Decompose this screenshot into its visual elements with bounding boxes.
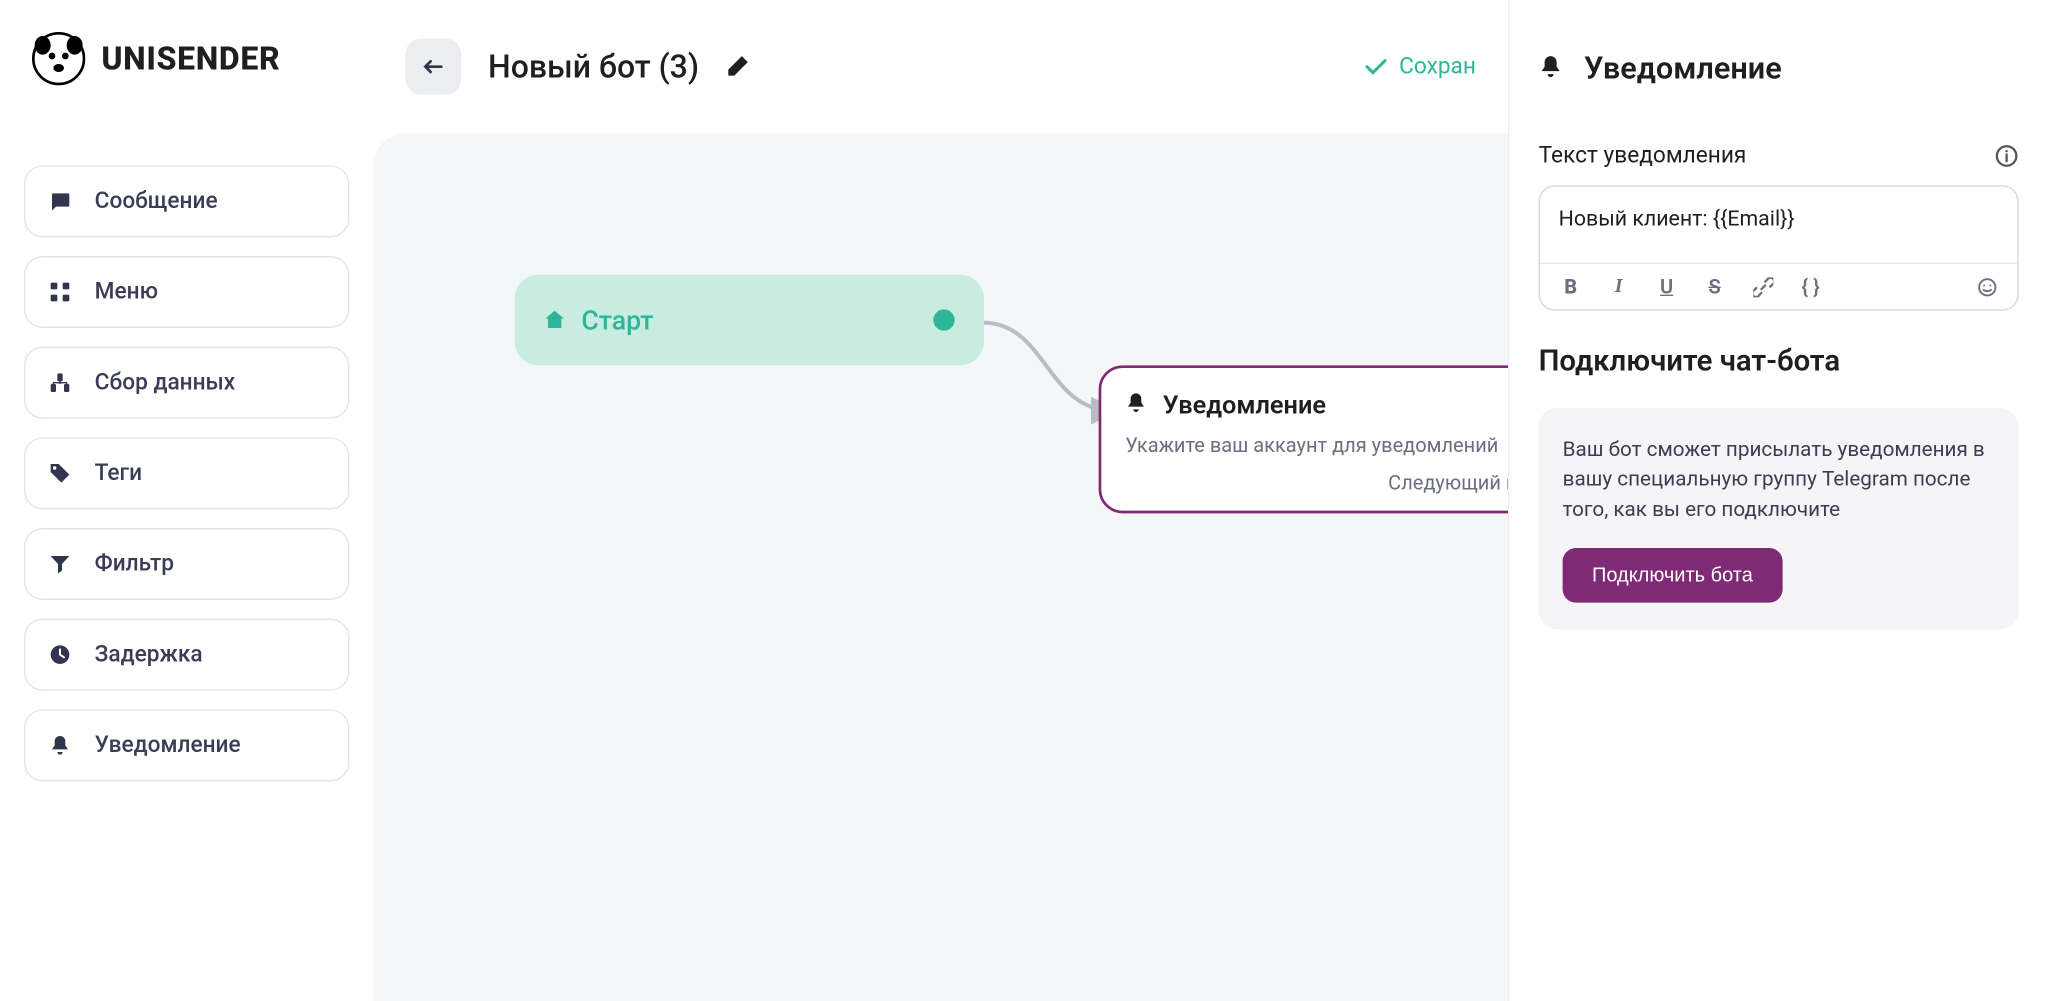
sidebar-item-label: Сбор данных bbox=[95, 369, 236, 396]
field-label: Текст уведомления bbox=[1539, 143, 1747, 170]
bell-icon bbox=[49, 735, 70, 756]
sidebar-item-data[interactable]: Сбор данных bbox=[24, 347, 349, 419]
bell-icon bbox=[1125, 391, 1146, 418]
sidebar-item-label: Задержка bbox=[95, 641, 203, 668]
connect-bot-button[interactable]: Подключить бота bbox=[1563, 549, 1783, 604]
data-icon bbox=[49, 372, 70, 393]
strike-button[interactable]: S bbox=[1703, 275, 1727, 299]
sidebar-item-message[interactable]: Сообщение bbox=[24, 165, 349, 237]
sidebar-item-filter[interactable]: Фильтр bbox=[24, 528, 349, 600]
sidebar-item-label: Теги bbox=[95, 460, 142, 487]
node-next-step[interactable]: Следующий шаг bbox=[1125, 471, 1508, 495]
clock-icon bbox=[49, 644, 70, 665]
message-icon bbox=[49, 191, 70, 212]
bold-button[interactable]: B bbox=[1559, 275, 1583, 299]
sidebar-item-delay[interactable]: Задержка bbox=[24, 619, 349, 691]
sidebar-item-notification[interactable]: Уведомление bbox=[24, 709, 349, 781]
sidebar-item-menu[interactable]: Меню bbox=[24, 256, 349, 328]
sidebar-item-label: Меню bbox=[95, 279, 158, 306]
node-notification-hint: Укажите ваш аккаунт для уведомлений bbox=[1125, 433, 1508, 457]
bell-icon bbox=[1539, 54, 1563, 83]
logo[interactable]: UNISENDER bbox=[24, 32, 349, 85]
connect-section-title: Подключите чат-бота bbox=[1539, 345, 2019, 378]
node-notification-title: Уведомление bbox=[1163, 389, 1326, 420]
flow-canvas[interactable]: Старт Уведомление Укажите ваш аккаунт дл… bbox=[373, 133, 1508, 1001]
logo-text: UNISENDER bbox=[101, 40, 280, 77]
italic-button[interactable]: I bbox=[1607, 275, 1631, 299]
emoji-button[interactable] bbox=[1975, 275, 1999, 299]
panel-title: Уведомление bbox=[1584, 51, 1782, 87]
sidebar: UNISENDER Сообщение Меню Сбор данных bbox=[0, 0, 373, 1001]
logo-icon bbox=[32, 32, 85, 85]
node-start-label: Старт bbox=[581, 304, 653, 336]
node-notification[interactable]: Уведомление Укажите ваш аккаунт для увед… bbox=[1099, 365, 1508, 513]
save-status-text: Сохран bbox=[1399, 53, 1476, 80]
save-status: Сохран bbox=[1364, 53, 1475, 80]
check-icon bbox=[1364, 54, 1388, 78]
node-port[interactable] bbox=[933, 309, 954, 330]
tag-icon bbox=[49, 463, 70, 484]
filter-icon bbox=[49, 553, 70, 574]
notification-editor: Новый клиент: {{Email}} B I U S { } bbox=[1539, 185, 2019, 310]
link-button[interactable] bbox=[1751, 275, 1775, 299]
topbar: Новый бот (3) Сохран bbox=[373, 0, 1508, 133]
page-title: Новый бот (3) bbox=[488, 47, 699, 84]
connect-description: Ваш бот сможет присылать уведомления в в… bbox=[1563, 435, 1995, 525]
info-icon[interactable] bbox=[1995, 144, 2019, 168]
editor-toolbar: B I U S { } bbox=[1540, 263, 2017, 310]
sidebar-item-label: Уведомление bbox=[95, 732, 241, 759]
menu-icon bbox=[49, 281, 70, 302]
edit-title-button[interactable] bbox=[726, 54, 750, 78]
properties-panel: Уведомление Текст уведомления Новый клие… bbox=[1508, 0, 2048, 1001]
notification-text-input[interactable]: Новый клиент: {{Email}} bbox=[1540, 187, 2017, 263]
home-icon bbox=[544, 309, 565, 330]
sidebar-item-label: Сообщение bbox=[95, 188, 218, 215]
sidebar-item-tags[interactable]: Теги bbox=[24, 437, 349, 509]
underline-button[interactable]: U bbox=[1655, 275, 1679, 299]
node-start[interactable]: Старт bbox=[515, 275, 984, 366]
back-button[interactable] bbox=[405, 38, 461, 94]
sidebar-item-label: Фильтр bbox=[95, 551, 174, 578]
variable-button[interactable]: { } bbox=[1799, 275, 1823, 299]
connect-box: Ваш бот сможет присылать уведомления в в… bbox=[1539, 408, 2019, 630]
main: Новый бот (3) Сохран bbox=[373, 0, 1508, 1001]
